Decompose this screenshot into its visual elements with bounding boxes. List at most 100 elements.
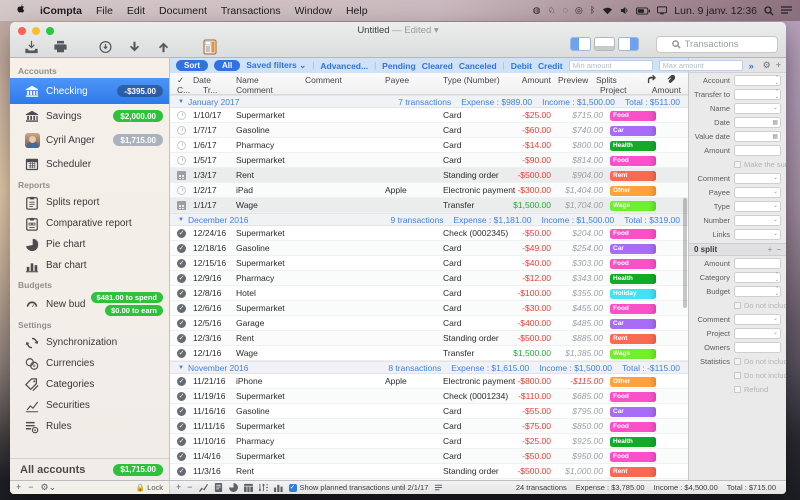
transaction-row[interactable]: ✓11/10/16PharmacyCard-$25.00$925.00Healt… bbox=[170, 434, 688, 449]
bar-chart-icon[interactable] bbox=[274, 483, 283, 492]
min-amount-input[interactable] bbox=[569, 60, 653, 71]
links-field[interactable] bbox=[734, 229, 781, 240]
import-button[interactable] bbox=[24, 40, 39, 54]
cleared-icon[interactable]: ✓ bbox=[177, 334, 189, 344]
wifi-icon[interactable] bbox=[602, 6, 613, 15]
sort-button[interactable]: Sort bbox=[176, 60, 208, 71]
transaction-row[interactable]: 1/7/17GasolineCard-$60.00$740.00Car bbox=[170, 123, 688, 138]
transaction-row[interactable]: 1/6/17PharmacyCard-$14.00$800.00Health bbox=[170, 138, 688, 153]
transaction-row[interactable]: ✓11/4/16SupermarketCard-$50.00$950.00Foo… bbox=[170, 449, 688, 464]
cleared-icon[interactable]: ✓ bbox=[177, 377, 189, 387]
cleared-icon[interactable]: ✓ bbox=[177, 274, 189, 284]
transaction-row[interactable]: ✓12/6/16SupermarketCard-$30.00$455.00Foo… bbox=[170, 301, 688, 316]
sidebar-item-scheduler[interactable]: Scheduler bbox=[10, 152, 169, 176]
transaction-row[interactable]: ✓11/19/16SupermarketCheck (0001234)-$110… bbox=[170, 389, 688, 404]
sort-options-icon[interactable] bbox=[259, 483, 268, 492]
transaction-row[interactable]: ✓12/15/16SupermarketCard-$40.00$303.00Fo… bbox=[170, 256, 688, 271]
pending-icon[interactable] bbox=[177, 126, 189, 136]
print-button[interactable] bbox=[53, 40, 68, 54]
col-amount2[interactable]: Amount bbox=[625, 85, 681, 95]
transaction-row[interactable]: ✓11/11/16SupermarketCard-$75.00$850.00Fo… bbox=[170, 419, 688, 434]
pending-icon[interactable] bbox=[177, 186, 189, 196]
transaction-row[interactable]: ✓11/1/16WageTransfer$1,500.00$1,500.00Wa… bbox=[170, 479, 688, 480]
menu-app-name[interactable]: iCompta bbox=[33, 5, 89, 17]
max-amount-input[interactable] bbox=[659, 60, 743, 71]
transaction-row[interactable]: ✓11/3/16RentStanding order-$500.00$1,000… bbox=[170, 464, 688, 479]
cleared-icon[interactable]: ✓ bbox=[177, 407, 189, 417]
sidebar-item-cyril-anger[interactable]: Cyril Anger$1,715.00 bbox=[10, 128, 169, 152]
planned-icon[interactable] bbox=[177, 201, 189, 211]
transaction-row[interactable]: 1/1/17WageTransfer$1,500.00$1,704.00Wage bbox=[170, 198, 688, 213]
inspector-checkbox[interactable]: Do not include in... bbox=[694, 371, 786, 380]
payee-field[interactable] bbox=[734, 187, 781, 198]
inspector-checkbox[interactable]: Make the sum of... bbox=[694, 160, 786, 169]
split-add-button[interactable]: + bbox=[768, 245, 773, 254]
cleared-icon[interactable]: ✓ bbox=[177, 437, 189, 447]
cleared-filter-button[interactable]: Cleared bbox=[422, 61, 453, 71]
status-app3-icon[interactable]: ◌ bbox=[563, 6, 568, 15]
transaction-row[interactable]: ✓12/5/16GarageCard-$400.00$485.00Car bbox=[170, 316, 688, 331]
credit-filter-button[interactable]: Credit bbox=[538, 61, 563, 71]
cleared-icon[interactable]: ✓ bbox=[177, 467, 189, 477]
planned-icon[interactable] bbox=[177, 171, 189, 181]
calculator-icon[interactable] bbox=[203, 39, 217, 55]
transfer-to-field[interactable] bbox=[734, 89, 781, 100]
pending-icon[interactable] bbox=[177, 111, 189, 121]
canceled-filter-button[interactable]: Canceled bbox=[459, 61, 497, 71]
group-header[interactable]: ▼December 20169 transactionsExpense : $1… bbox=[170, 213, 688, 226]
col-comment[interactable]: Comment bbox=[305, 75, 342, 85]
balance-graph-icon[interactable] bbox=[199, 483, 208, 492]
cleared-icon[interactable]: ✓ bbox=[177, 452, 189, 462]
transaction-row[interactable]: ✓12/3/16RentStanding order-$500.00$885.0… bbox=[170, 331, 688, 346]
disclosure-triangle[interactable]: ▼ bbox=[178, 365, 184, 371]
status-app4-icon[interactable]: ◎ bbox=[575, 6, 583, 15]
bluetooth-icon[interactable]: ᛒ bbox=[590, 6, 595, 15]
account-actions-gear-icon[interactable]: ⚙⌄ bbox=[41, 483, 57, 492]
col-amount[interactable]: Amount bbox=[465, 75, 551, 85]
volume-icon[interactable] bbox=[620, 6, 629, 15]
cleared-icon[interactable]: ✓ bbox=[177, 392, 189, 402]
pending-filter-button[interactable]: Pending bbox=[382, 61, 416, 71]
amount-field[interactable] bbox=[734, 258, 781, 269]
add-account-button[interactable]: + bbox=[16, 483, 21, 492]
sidebar-item-categories[interactable]: Categories bbox=[10, 374, 169, 395]
sidebar-item-synchronization[interactable]: Synchronization bbox=[10, 332, 169, 353]
col-splits[interactable]: Splits bbox=[596, 75, 617, 85]
inspector-add-icon[interactable]: + bbox=[776, 60, 781, 71]
cleared-icon[interactable]: ✓ bbox=[177, 349, 189, 359]
transaction-row[interactable]: ✓12/9/16PharmacyCard-$12.00$343.00Health bbox=[170, 271, 688, 286]
menu-file[interactable]: File bbox=[89, 5, 120, 17]
scrollbar-thumb[interactable] bbox=[683, 198, 687, 308]
withdraw-button[interactable] bbox=[127, 40, 142, 54]
pie-icon[interactable] bbox=[229, 483, 238, 492]
all-accounts-row[interactable]: All accounts $1,715.00 bbox=[10, 458, 169, 480]
notification-center-icon[interactable] bbox=[781, 6, 792, 15]
comment-field[interactable] bbox=[734, 173, 781, 184]
transaction-row[interactable]: ✓12/1/16WageTransfer$1,500.00$1,385.00Wa… bbox=[170, 346, 688, 361]
cleared-icon[interactable]: ✓ bbox=[177, 319, 189, 329]
transaction-row[interactable]: 1/3/17RentStanding order-$500.00$904.00R… bbox=[170, 168, 688, 183]
owners-field[interactable] bbox=[734, 342, 781, 353]
account-field[interactable] bbox=[734, 75, 781, 86]
sidebar-item-new-budget[interactable]: New budget$481.00 to spend$0.00 to earn bbox=[10, 292, 169, 316]
col-date[interactable]: Date bbox=[193, 75, 211, 85]
calendar-view-icon[interactable] bbox=[244, 483, 253, 492]
project-field[interactable] bbox=[734, 328, 781, 339]
col-preview[interactable]: Preview bbox=[558, 75, 588, 85]
status-app1-icon[interactable]: ◍ bbox=[533, 6, 541, 15]
col-payee[interactable]: Payee bbox=[385, 75, 409, 85]
cleared-icon[interactable]: ✓ bbox=[177, 229, 189, 239]
pending-icon[interactable] bbox=[177, 156, 189, 166]
pending-icon[interactable] bbox=[177, 141, 189, 151]
col-tr[interactable]: Tr... bbox=[203, 85, 217, 95]
toggle-sidebar-button[interactable] bbox=[570, 37, 591, 51]
transaction-row[interactable]: ✓12/24/16SupermarketCheck (0002345)-$50.… bbox=[170, 226, 688, 241]
inspector-checkbox[interactable]: Refund bbox=[694, 385, 768, 394]
col-comment2[interactable]: Comment bbox=[236, 85, 273, 95]
battery-icon[interactable] bbox=[636, 7, 650, 15]
disclosure-triangle[interactable]: ▼ bbox=[178, 99, 184, 105]
cleared-icon[interactable]: ✓ bbox=[177, 244, 189, 254]
budget-field[interactable] bbox=[734, 286, 781, 297]
disclosure-triangle[interactable]: ▼ bbox=[178, 217, 184, 223]
cleared-icon[interactable]: ✓ bbox=[177, 259, 189, 269]
